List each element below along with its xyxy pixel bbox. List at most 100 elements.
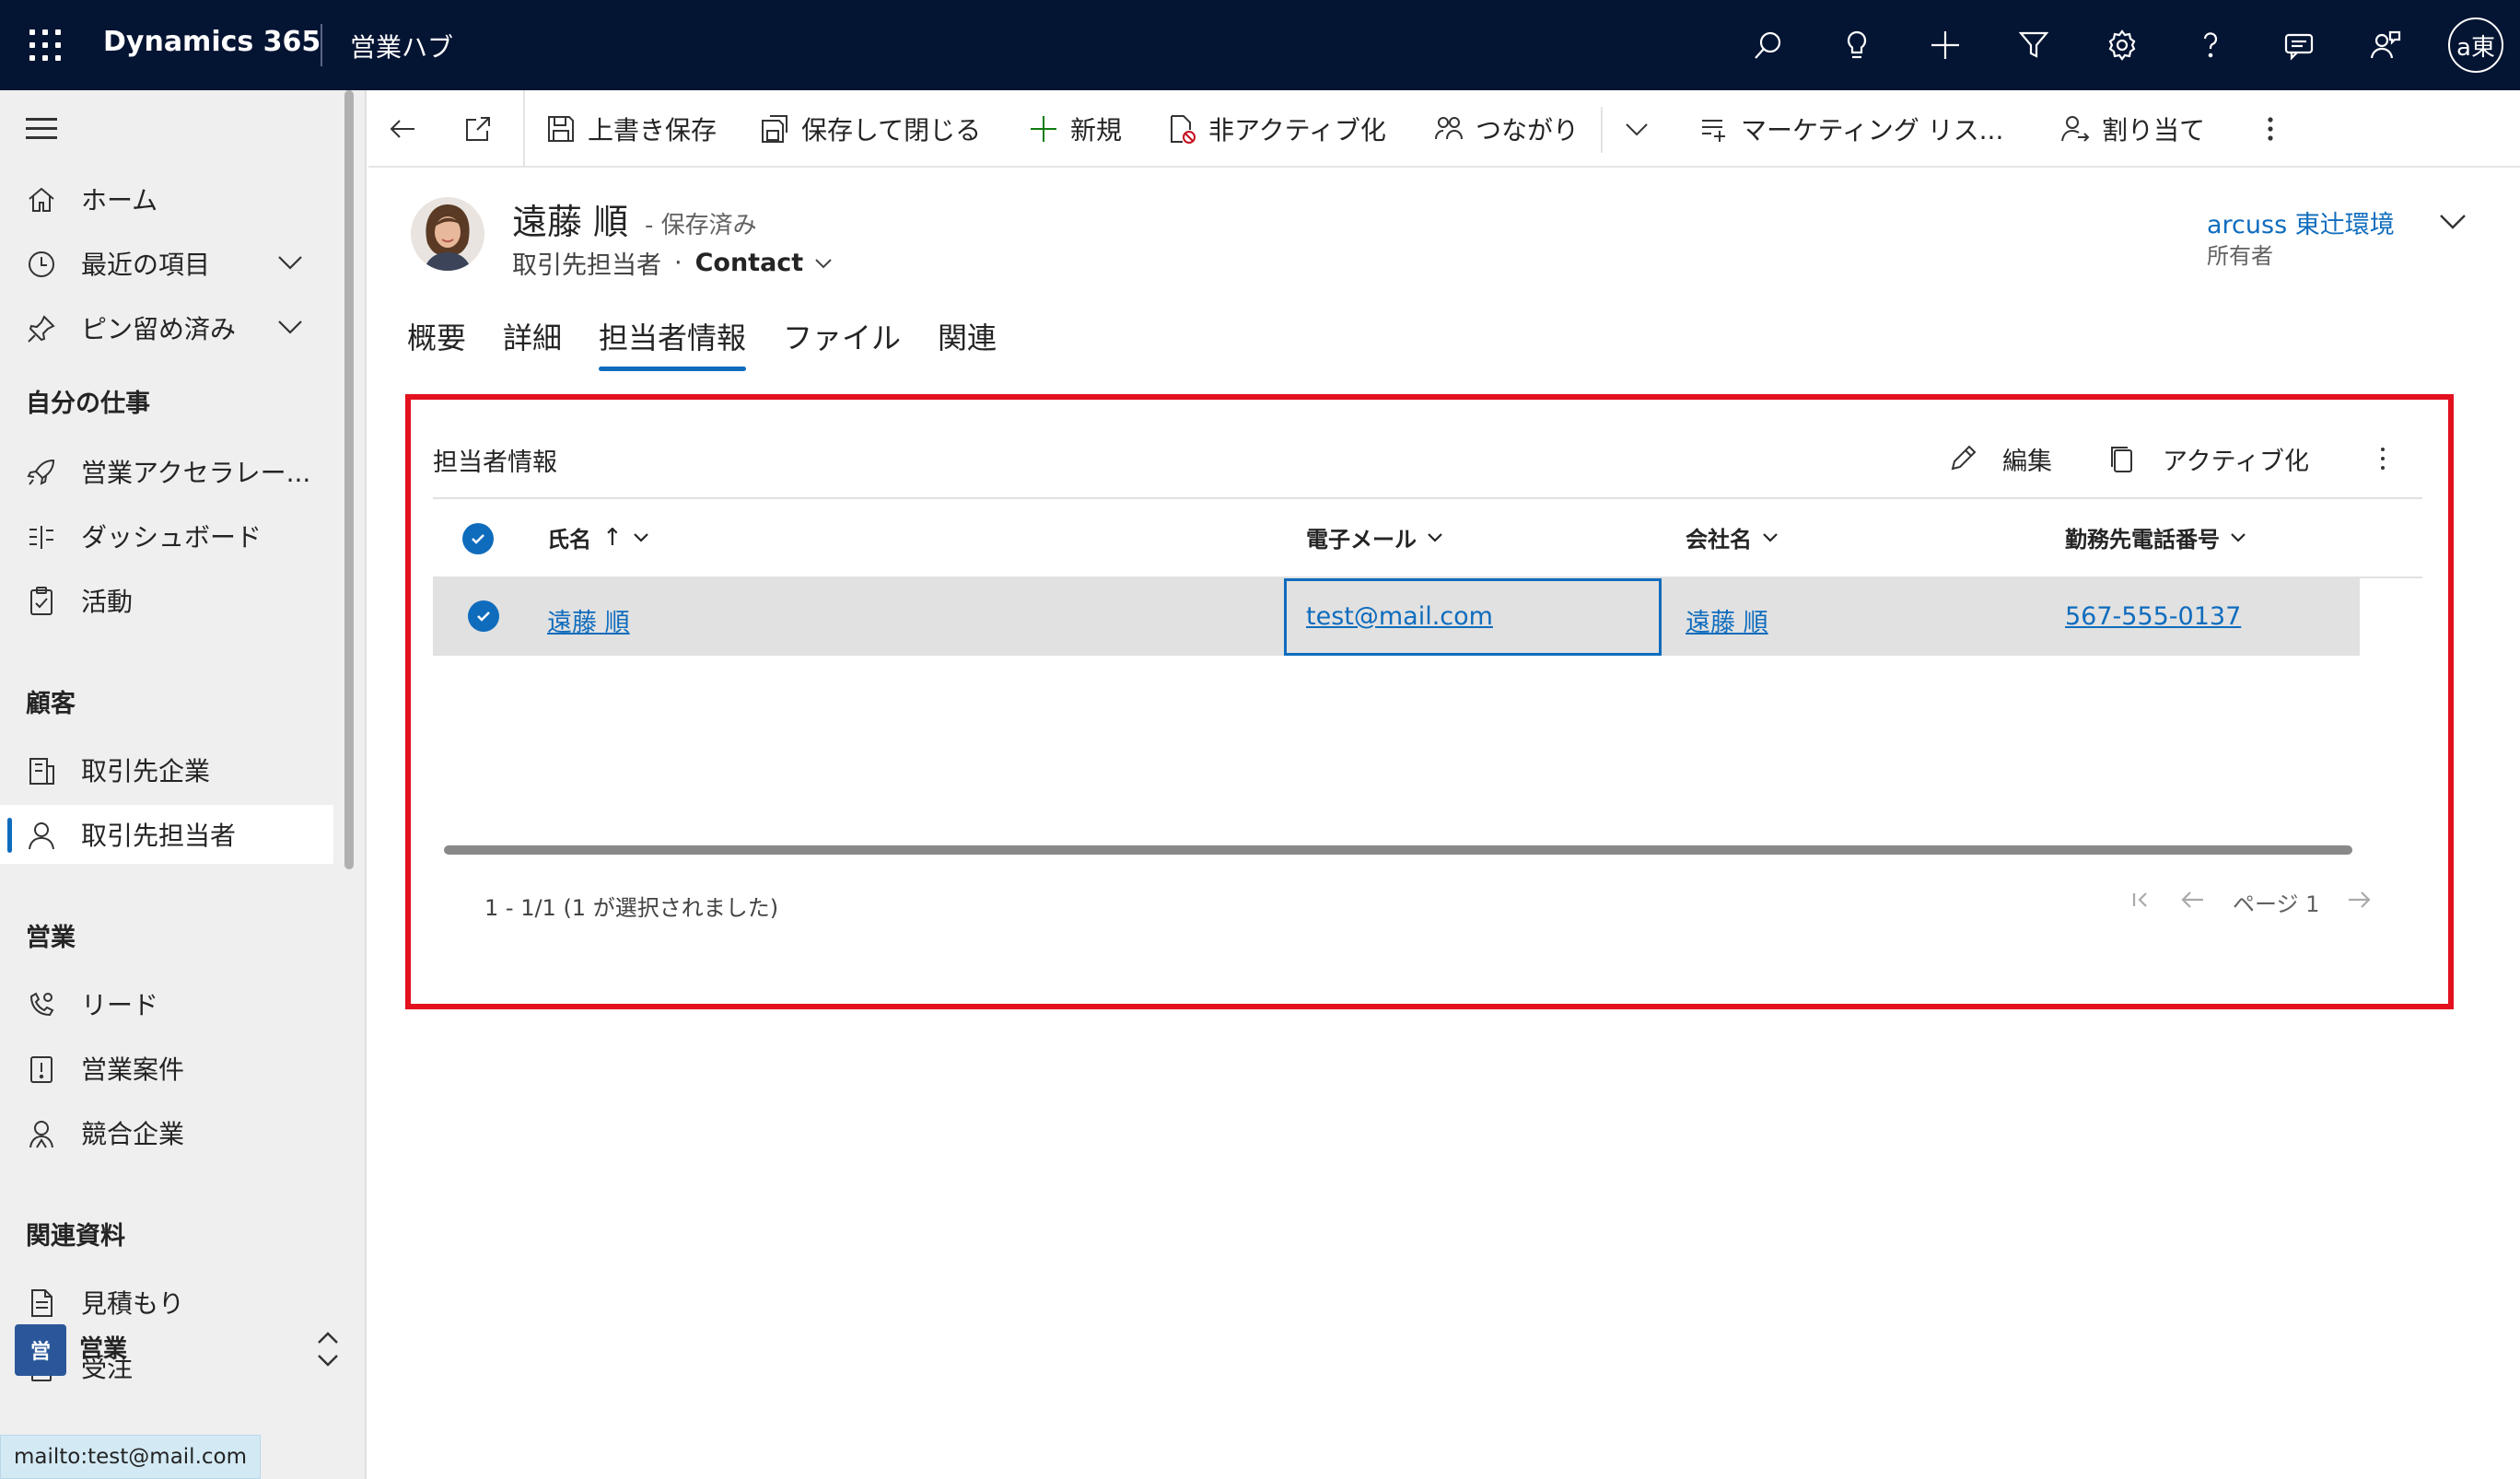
plus-icon[interactable] bbox=[1923, 23, 1967, 67]
sidebar-item-sales-accelerator[interactable]: 営業アクセラレー... bbox=[0, 442, 333, 501]
home-icon bbox=[26, 184, 57, 215]
select-all-checkbox[interactable] bbox=[462, 523, 494, 554]
lightbulb-icon[interactable] bbox=[1835, 23, 1879, 67]
tab-details[interactable]: 詳細 bbox=[503, 315, 562, 357]
chevron-down-icon bbox=[634, 532, 648, 542]
sidebar-item-opportunities[interactable]: 営業案件 bbox=[0, 1039, 333, 1098]
sidebar-item-contacts[interactable]: 取引先担当者 bbox=[0, 805, 333, 864]
sidebar-item-accounts[interactable]: 取引先企業 bbox=[0, 740, 333, 799]
cell-name-link[interactable]: 遠藤 順 bbox=[547, 602, 630, 638]
subgrid-activate-button[interactable]: アクティブ化 bbox=[2107, 437, 2309, 481]
checkmark-icon bbox=[472, 534, 484, 544]
connect-dropdown-button[interactable] bbox=[1621, 90, 1663, 168]
new-button[interactable]: 新規 bbox=[1028, 90, 1122, 168]
sidebar-item-dashboards[interactable]: ダッシュボード bbox=[0, 507, 333, 565]
save-and-close-label: 保存して閉じる bbox=[801, 115, 982, 146]
sidebar-item-label: 最近の項目 bbox=[81, 250, 211, 280]
chevron-up-down-icon[interactable] bbox=[309, 1328, 346, 1370]
column-header-label: 勤務先電話番号 bbox=[2065, 527, 2220, 553]
next-page-button[interactable] bbox=[2345, 886, 2376, 917]
pop-out-icon bbox=[466, 117, 490, 141]
building-icon bbox=[26, 755, 57, 786]
tab-summary[interactable]: 概要 bbox=[407, 315, 466, 357]
assign-button[interactable]: 割り当て bbox=[2059, 90, 2205, 168]
person-feedback-icon[interactable] bbox=[2363, 23, 2408, 67]
chat-icon[interactable] bbox=[2277, 23, 2321, 67]
gear-icon[interactable] bbox=[2100, 23, 2144, 67]
arrow-left-icon bbox=[2181, 891, 2203, 908]
deactivate-button[interactable]: 非アクティブ化 bbox=[1166, 90, 1386, 168]
form-selector[interactable]: Contact bbox=[695, 249, 804, 277]
add-to-marketing-list-button[interactable]: マーケティング リス... bbox=[1698, 90, 2003, 168]
row-checkbox[interactable] bbox=[468, 600, 499, 632]
subgrid-edit-button[interactable]: 編集 bbox=[1947, 437, 2052, 481]
save-icon bbox=[548, 116, 574, 142]
sidebar-item-label: ピン留め済み bbox=[81, 314, 237, 344]
column-header-company[interactable]: 会社名 bbox=[1686, 521, 1779, 553]
page-indicator: ページ 1 bbox=[2233, 891, 2320, 917]
cell-phone-link[interactable]: 567-555-0137 bbox=[2065, 602, 2241, 631]
save-button[interactable]: 上書き保存 bbox=[545, 90, 717, 168]
record-count: 1 - 1/1 (1 が選択されました) bbox=[484, 895, 779, 921]
filter-icon[interactable] bbox=[2012, 23, 2056, 67]
contact-photo[interactable] bbox=[411, 197, 484, 271]
sidebar-item-home[interactable]: ホーム bbox=[0, 169, 333, 228]
header-expand-chevron-icon[interactable] bbox=[2437, 210, 2468, 234]
chevron-down-icon bbox=[1763, 532, 1778, 542]
separator-dot: · bbox=[674, 249, 682, 277]
open-new-window-button[interactable] bbox=[462, 90, 505, 168]
column-header-email[interactable]: 電子メール bbox=[1306, 521, 1444, 553]
sidebar-scrollbar[interactable] bbox=[344, 90, 354, 869]
cell-company-link[interactable]: 遠藤 順 bbox=[1686, 602, 1768, 638]
column-header-label: 会社名 bbox=[1686, 527, 1752, 553]
help-icon[interactable] bbox=[2188, 23, 2233, 67]
sidebar-item-activities[interactable]: 活動 bbox=[0, 571, 333, 630]
sidebar-item-leads[interactable]: リード bbox=[0, 974, 333, 1033]
connect-button[interactable]: つながり bbox=[1433, 90, 1579, 168]
tab-contact-info[interactable]: 担当者情報 bbox=[599, 315, 747, 371]
user-avatar[interactable]: a東 bbox=[2448, 17, 2503, 73]
pencil-icon bbox=[1951, 445, 1977, 471]
column-header-business-phone[interactable]: 勤務先電話番号 bbox=[2065, 521, 2247, 553]
area-label[interactable]: 営業 bbox=[79, 1330, 127, 1364]
sidebar-item-recent[interactable]: 最近の項目 bbox=[0, 234, 333, 293]
chevron-down-icon[interactable] bbox=[812, 256, 834, 271]
more-vertical-icon[interactable] bbox=[2369, 440, 2397, 477]
save-and-close-button[interactable]: 保存して閉じる bbox=[759, 90, 981, 168]
back-button[interactable] bbox=[387, 90, 429, 168]
tab-files[interactable]: ファイル bbox=[783, 315, 901, 357]
person-icon bbox=[26, 820, 57, 851]
cell-email-link[interactable]: test@mail.com bbox=[1306, 602, 1493, 631]
more-commands-button[interactable] bbox=[2255, 90, 2297, 168]
record-title: 遠藤 順 bbox=[512, 202, 629, 242]
chevron-down-icon[interactable] bbox=[276, 317, 304, 337]
sidebar-item-label: 営業案件 bbox=[81, 1054, 185, 1085]
sidebar-item-competitors[interactable]: 競合企業 bbox=[0, 1103, 333, 1162]
search-icon[interactable] bbox=[1746, 23, 1791, 67]
horizontal-scrollbar[interactable] bbox=[444, 845, 2352, 855]
save-label: 上書き保存 bbox=[588, 115, 718, 146]
connection-icon bbox=[1435, 117, 1463, 140]
new-label: 新規 bbox=[1070, 115, 1123, 146]
nav-group-collateral: 関連資料 bbox=[26, 1222, 125, 1251]
previous-page-button[interactable] bbox=[2179, 886, 2211, 917]
nav-group-my-work: 自分の仕事 bbox=[26, 390, 150, 418]
assign-icon bbox=[2061, 116, 2090, 142]
owner-link[interactable]: arcuss 東辻環境 bbox=[2207, 204, 2395, 240]
app-launcher-icon[interactable] bbox=[29, 29, 61, 61]
app-name[interactable]: Dynamics 365 bbox=[103, 26, 321, 58]
area-badge[interactable]: 営 bbox=[15, 1324, 66, 1376]
chevron-down-icon[interactable] bbox=[276, 252, 304, 273]
sidebar-item-pinned[interactable]: ピン留め済み bbox=[0, 298, 333, 357]
sidebar-item-label: 取引先企業 bbox=[81, 756, 211, 786]
divider bbox=[433, 497, 2422, 499]
hub-name[interactable]: 営業ハブ bbox=[350, 28, 453, 64]
sidebar-item-quotes[interactable]: 見積もり bbox=[0, 1273, 333, 1332]
column-header-name[interactable]: 氏名 ↑ bbox=[547, 521, 650, 553]
clock-icon bbox=[26, 249, 57, 280]
save-close-icon bbox=[762, 115, 788, 143]
sidebar-item-label: 競合企業 bbox=[81, 1119, 185, 1149]
tab-related[interactable]: 関連 bbox=[938, 315, 997, 357]
first-page-button[interactable] bbox=[2128, 886, 2159, 917]
menu-icon[interactable] bbox=[26, 118, 57, 140]
